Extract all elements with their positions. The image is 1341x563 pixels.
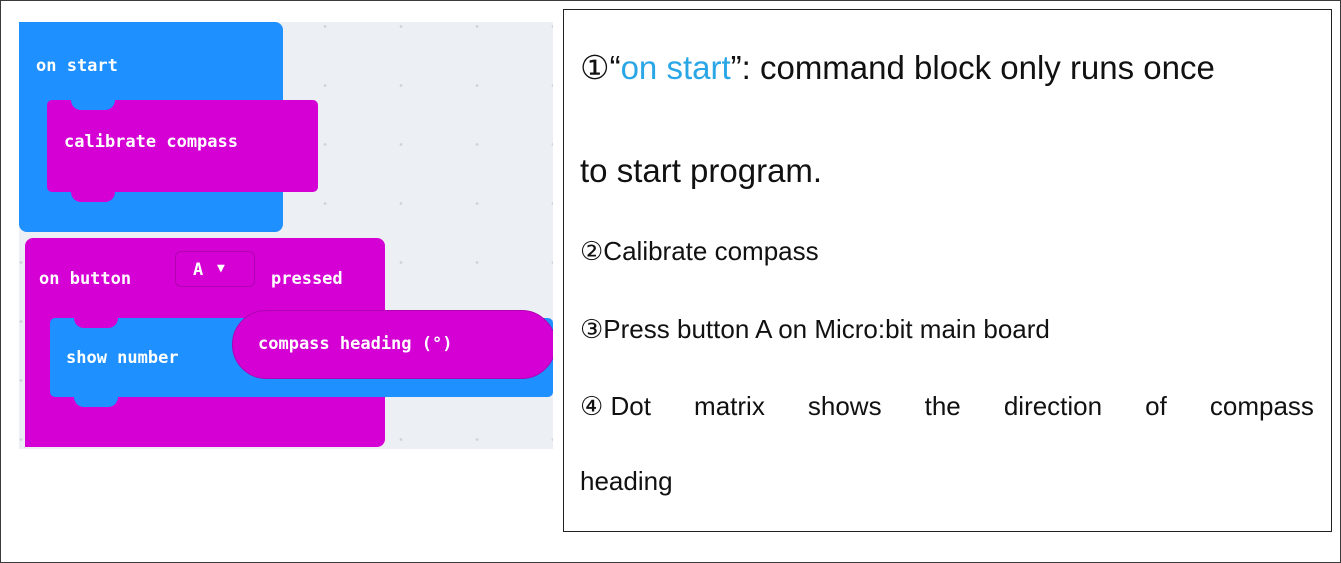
note-marker-1: ①“ bbox=[580, 49, 621, 86]
note-word: of bbox=[1145, 391, 1167, 421]
note-line-1-text: ”: command block only runs once bbox=[730, 49, 1215, 86]
note-line-4-cont: heading bbox=[580, 466, 673, 496]
block-notch bbox=[71, 192, 115, 202]
on-start-label: on start bbox=[36, 56, 118, 76]
calibrate-compass-label: calibrate compass bbox=[64, 132, 238, 152]
on-button-label: on button bbox=[39, 269, 132, 289]
pressed-label: pressed bbox=[271, 269, 343, 289]
note-line-3: ③Press button A on Micro:bit main board bbox=[580, 314, 1050, 344]
note-word: the bbox=[924, 391, 961, 421]
note-word: ④ Dot bbox=[580, 391, 651, 421]
block-notch bbox=[74, 318, 118, 328]
note-word: matrix bbox=[694, 391, 765, 421]
note-word: compass bbox=[1209, 391, 1314, 421]
chevron-down-icon: ▼ bbox=[217, 261, 225, 276]
note-word: shows bbox=[807, 391, 882, 421]
on-start-highlight: on start bbox=[620, 49, 731, 86]
compass-heading-label: compass heading (°) bbox=[258, 334, 453, 354]
note-line-2: ②Calibrate compass bbox=[580, 236, 819, 266]
block-notch bbox=[71, 100, 115, 110]
note-line-4: ④ Dot matrix shows the direction of comp… bbox=[580, 391, 1314, 422]
compass-heading-reporter[interactable]: compass heading (°) bbox=[232, 310, 553, 379]
explanation-box: ①“on start”: command block only runs onc… bbox=[563, 9, 1332, 532]
button-select-value: A bbox=[193, 260, 204, 280]
note-line-1-cont: to start program. bbox=[580, 152, 823, 189]
block-notch bbox=[74, 397, 118, 407]
show-number-label: show number bbox=[66, 348, 179, 368]
note-line-1: ①“on start”: command block only runs onc… bbox=[580, 48, 1215, 87]
button-select-dropdown[interactable]: A ▼ bbox=[175, 251, 255, 287]
note-word: direction bbox=[1003, 391, 1103, 421]
code-workspace: on start calibrate compass on button A ▼… bbox=[19, 22, 553, 449]
